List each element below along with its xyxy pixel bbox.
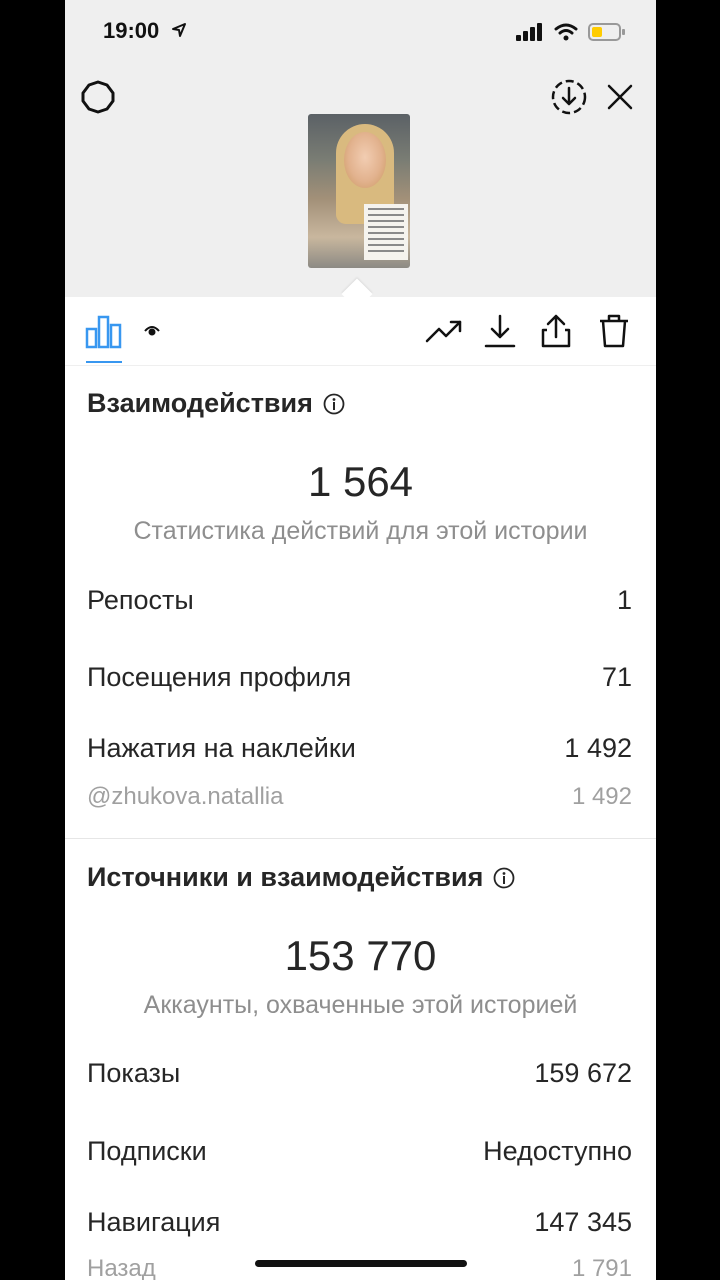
wifi-icon <box>554 23 578 41</box>
status-time: 19:00 <box>103 18 160 43</box>
interactions-section-title: Взаимодействия <box>87 388 345 419</box>
story-thumbnail[interactable] <box>308 114 410 268</box>
signal-icon <box>516 23 542 41</box>
trash-icon[interactable] <box>597 313 631 349</box>
eye-icon[interactable] <box>143 323 161 339</box>
download-icon[interactable] <box>483 313 517 349</box>
discovery-caption: Аккаунты, охваченные этой историей <box>143 991 578 1019</box>
battery-icon <box>588 23 625 41</box>
settings-icon[interactable] <box>80 79 116 115</box>
info-icon[interactable] <box>493 867 515 889</box>
stat-row-impressions: Показы 159 672 <box>87 1058 632 1088</box>
interactions-total: 1 564 <box>307 458 414 505</box>
stat-row-sticker-taps: Нажатия на наклейки 1 492 <box>87 733 632 763</box>
insights-icon[interactable] <box>85 313 123 349</box>
stat-subrow-back: Назад 1 791 <box>87 1255 632 1280</box>
stat-row-shares: Репосты 1 <box>87 585 632 615</box>
stat-subrow-mention[interactable]: @zhukova.natallia 1 492 <box>87 783 632 811</box>
insights-tab-indicator <box>86 361 122 363</box>
stat-row-profile-visits: Посещения профиля 71 <box>87 662 632 692</box>
interactions-caption: Статистика действий для этой истории <box>133 517 588 545</box>
discovery-section-title: Источники и взаимодействия <box>87 862 515 893</box>
info-icon[interactable] <box>323 393 345 415</box>
location-arrow-icon <box>172 23 186 37</box>
stat-row-navigation: Навигация 147 345 <box>87 1207 632 1237</box>
share-icon[interactable] <box>539 313 573 349</box>
home-indicator[interactable] <box>255 1260 467 1267</box>
discovery-total: 153 770 <box>284 932 437 979</box>
story-preview-area: 19:00 <box>65 0 656 297</box>
download-circle-icon[interactable] <box>550 78 588 116</box>
status-indicators <box>516 22 626 42</box>
stat-row-follows: Подписки Недоступно <box>87 1136 632 1166</box>
promote-icon[interactable] <box>425 317 463 347</box>
section-divider <box>65 838 656 839</box>
insights-toolbar <box>65 297 656 366</box>
close-icon[interactable] <box>605 82 635 112</box>
story-insights-screen: 19:00 Взаимодействия 1 564 Статистика де… <box>65 0 656 1280</box>
